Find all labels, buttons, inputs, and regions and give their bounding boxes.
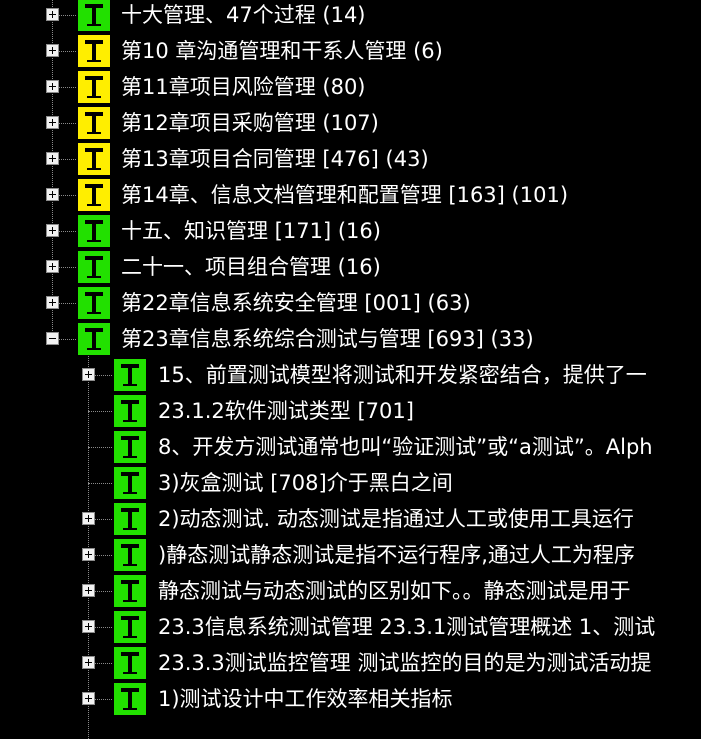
plus-box-icon[interactable] (46, 152, 59, 165)
plus-box-icon[interactable] (82, 620, 95, 633)
tree-child-node[interactable]: 静态测试与动态测试的区别如下。。静态测试是用于 (0, 573, 701, 609)
node-label[interactable]: 23.3信息系统测试管理 23.3.1测试管理概述 1、测试 (158, 612, 655, 642)
tree-node[interactable]: 第23章信息系统综合测试与管理 [693] (33) (0, 321, 701, 357)
node-label[interactable]: 3)灰盒测试 [708]介于黑白之间 (158, 468, 453, 498)
text-t-icon (114, 431, 146, 463)
tree-node[interactable]: 十五、知识管理 [171] (16) (0, 213, 701, 249)
text-t-icon (78, 71, 110, 103)
node-label[interactable]: 23.3.3测试监控管理 测试监控的目的是为测试活动提 (158, 648, 651, 678)
tree-node[interactable]: 第22章信息系统安全管理 [001] (63) (0, 285, 701, 321)
node-label[interactable]: 15、前置测试模型将测试和开发紧密结合，提供了一 (158, 360, 647, 390)
text-t-icon (78, 35, 110, 67)
text-t-icon (78, 287, 110, 319)
plus-box-icon[interactable] (46, 260, 59, 273)
node-label[interactable]: 第12章项目采购管理 (107) (121, 108, 379, 138)
plus-box-icon[interactable] (46, 116, 59, 129)
tree-node[interactable]: 第13章项目合同管理 [476] (43) (0, 141, 701, 177)
node-label[interactable]: 第10 章沟通管理和干系人管理 (6) (121, 36, 443, 66)
tree-child-node[interactable]: 2)动态测试. 动态测试是指通过人工或使用工具运行 (0, 501, 701, 537)
plus-box-icon[interactable] (82, 548, 95, 561)
plus-box-icon[interactable] (82, 512, 95, 525)
text-t-icon (114, 539, 146, 571)
node-label[interactable]: 十大管理、47个过程 (14) (121, 0, 366, 30)
plus-box-icon[interactable] (46, 224, 59, 237)
node-label[interactable]: 第11章项目风险管理 (80) (121, 72, 366, 102)
text-t-icon (114, 395, 146, 427)
tree-node[interactable]: 二十一、项目组合管理 (16) (0, 249, 701, 285)
plus-box-icon[interactable] (82, 584, 95, 597)
tree-connector-horizontal (88, 483, 112, 484)
text-t-icon (78, 215, 110, 247)
node-label[interactable]: 23.1.2软件测试类型 [701] (158, 396, 414, 426)
node-label[interactable]: 静态测试与动态测试的区别如下。。静态测试是用于 (158, 576, 631, 606)
text-t-icon (114, 647, 146, 679)
tree-child-node[interactable]: 23.3.3测试监控管理 测试监控的目的是为测试活动提 (0, 645, 701, 681)
minus-box-icon[interactable] (46, 332, 59, 345)
plus-box-icon[interactable] (46, 296, 59, 309)
plus-box-icon[interactable] (46, 80, 59, 93)
text-t-icon (114, 611, 146, 643)
text-t-icon (114, 683, 146, 715)
node-label[interactable]: 2)动态测试. 动态测试是指通过人工或使用工具运行 (158, 504, 634, 534)
plus-box-icon[interactable] (46, 44, 59, 57)
text-t-icon (78, 251, 110, 283)
text-t-icon (114, 503, 146, 535)
node-label[interactable]: 十五、知识管理 [171] (16) (121, 216, 381, 246)
node-label[interactable]: 第13章项目合同管理 [476] (43) (121, 144, 429, 174)
text-t-icon (78, 323, 110, 355)
text-t-icon (114, 359, 146, 391)
plus-box-icon[interactable] (82, 656, 95, 669)
text-t-icon (114, 467, 146, 499)
scrollbar[interactable] (695, 0, 701, 693)
tree-child-node[interactable]: )静态测试静态测试是指不运行程序,通过人工为程序 (0, 537, 701, 573)
text-t-icon (114, 575, 146, 607)
plus-box-icon[interactable] (82, 368, 95, 381)
node-label[interactable]: 第23章信息系统综合测试与管理 [693] (33) (121, 324, 534, 354)
node-label[interactable]: 二十一、项目组合管理 (16) (121, 252, 381, 282)
tree-child-node[interactable]: 3)灰盒测试 [708]介于黑白之间 (0, 465, 701, 501)
tree-child-node[interactable]: 8、开发方测试通常也叫“验证测试”或“a测试”。Alph (0, 429, 701, 465)
plus-box-icon[interactable] (82, 692, 95, 705)
tree-view[interactable]: 十大管理、47个过程 (14) 第10 章沟通管理和干系人管理 (6) 第11章项目… (0, 0, 701, 739)
text-t-icon (78, 143, 110, 175)
plus-box-icon[interactable] (46, 188, 59, 201)
tree-node[interactable]: 第11章项目风险管理 (80) (0, 69, 701, 105)
tree-child-node[interactable]: 15、前置测试模型将测试和开发紧密结合，提供了一 (0, 357, 701, 393)
plus-box-icon[interactable] (46, 8, 59, 21)
tree-node[interactable]: 第10 章沟通管理和干系人管理 (6) (0, 33, 701, 69)
text-t-icon (78, 179, 110, 211)
node-label[interactable]: 1)测试设计中工作效率相关指标 (158, 684, 453, 714)
tree-node[interactable]: 第14章、信息文档管理和配置管理 [163] (101) (0, 177, 701, 213)
node-label[interactable]: 8、开发方测试通常也叫“验证测试”或“a测试”。Alph (158, 432, 653, 462)
node-label[interactable]: 第14章、信息文档管理和配置管理 [163] (101) (121, 180, 568, 210)
node-label[interactable]: )静态测试静态测试是指不运行程序,通过人工为程序 (158, 540, 635, 570)
tree-node[interactable]: 第12章项目采购管理 (107) (0, 105, 701, 141)
tree-connector-horizontal (88, 447, 112, 448)
tree-child-node[interactable]: 1)测试设计中工作效率相关指标 (0, 681, 701, 717)
text-t-icon (78, 107, 110, 139)
tree-child-node[interactable]: 23.3信息系统测试管理 23.3.1测试管理概述 1、测试 (0, 609, 701, 645)
tree-child-node[interactable]: 23.1.2软件测试类型 [701] (0, 393, 701, 429)
tree-node[interactable]: 十大管理、47个过程 (14) (0, 0, 701, 33)
text-t-icon (78, 0, 110, 31)
tree-connector-horizontal (88, 411, 112, 412)
node-label[interactable]: 第22章信息系统安全管理 [001] (63) (121, 288, 471, 318)
